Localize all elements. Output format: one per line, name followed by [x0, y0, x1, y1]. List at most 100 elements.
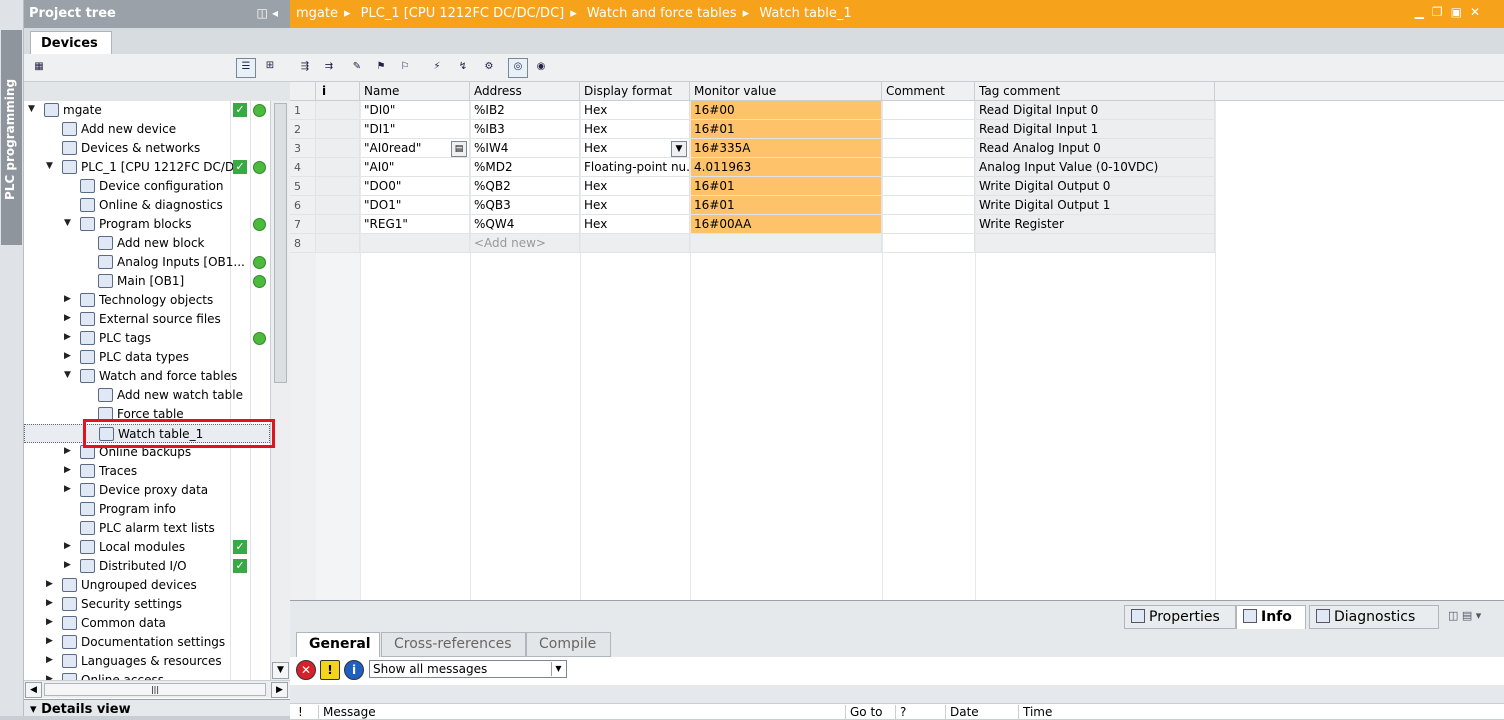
scroll-left-icon[interactable]: ◀: [25, 682, 42, 698]
tree-item[interactable]: Device configuration: [24, 177, 270, 196]
tree-item[interactable]: ▶ Documentation settings: [24, 633, 270, 652]
tree-item[interactable]: Online & diagnostics: [24, 196, 270, 215]
cell-empty[interactable]: [882, 196, 975, 215]
cell-empty[interactable]: [316, 196, 360, 215]
breadcrumb-2[interactable]: PLC_1 [CPU 1212FC DC/DC/DC]: [361, 6, 565, 21]
enable-peripheral-icon[interactable]: ⚐: [396, 59, 414, 77]
modify-now-icon[interactable]: ✎: [348, 59, 366, 77]
cell-empty[interactable]: [882, 177, 975, 196]
tree-item[interactable]: ▶ Device proxy data: [24, 481, 270, 500]
tree-item[interactable]: ▶ Local modules ✓: [24, 538, 270, 557]
cell-address[interactable]: %QW4: [470, 215, 580, 234]
tree-vertical-scrollbar[interactable]: ▼: [270, 101, 290, 680]
cell-empty[interactable]: [316, 120, 360, 139]
tree-item[interactable]: ▶ PLC tags: [24, 329, 270, 348]
minimize-icon[interactable]: ▁: [1415, 5, 1426, 19]
cell-monitor[interactable]: 16#01: [690, 177, 882, 196]
msg-col-date[interactable]: Date: [945, 705, 979, 720]
cell-address[interactable]: %MD2: [470, 158, 580, 177]
cell-name[interactable]: "REG1": [360, 215, 470, 234]
tree-item[interactable]: ▼ PLC_1 [CPU 1212FC DC/D... ✓: [24, 158, 270, 177]
window-controls[interactable]: ▁ ❐ ▣ ✕: [1415, 5, 1488, 19]
collapsed-arrow-icon[interactable]: ▶: [46, 617, 56, 627]
collapsed-arrow-icon[interactable]: ▶: [64, 313, 74, 323]
collapsed-arrow-icon[interactable]: ▶: [46, 636, 56, 646]
insert-row-icon[interactable]: ⇶: [296, 59, 314, 77]
message-filter-select[interactable]: Show all messages ▼: [369, 660, 567, 678]
cell-format[interactable]: Hex: [580, 101, 690, 120]
plc-programming-side-tab[interactable]: PLC programming: [0, 0, 24, 716]
cell-format[interactable]: Hex: [580, 196, 690, 215]
collapsed-arrow-icon[interactable]: ▶: [64, 351, 74, 361]
cell-empty[interactable]: [316, 215, 360, 234]
tree-scroll-thumb[interactable]: [274, 103, 287, 383]
expanded-arrow-icon[interactable]: ▼: [64, 370, 74, 380]
tree-item[interactable]: Analog Inputs [OB1...: [24, 253, 270, 272]
close-icon[interactable]: ✕: [1470, 5, 1482, 19]
cell-empty[interactable]: [316, 139, 360, 158]
msg-col-question[interactable]: ?: [895, 705, 906, 720]
cell-empty[interactable]: [882, 120, 975, 139]
modify-trigger-icon[interactable]: ⚑: [372, 59, 390, 77]
collapsed-arrow-icon[interactable]: ▶: [46, 655, 56, 665]
tree-item[interactable]: PLC alarm text lists: [24, 519, 270, 538]
modify-always-icon[interactable]: ↯: [454, 59, 472, 77]
tree-item[interactable]: Add new watch table: [24, 386, 270, 405]
collapsed-arrow-icon[interactable]: ▶: [46, 598, 56, 608]
breadcrumb-3[interactable]: Watch and force tables: [587, 6, 737, 21]
cell-format[interactable]: Hex: [580, 177, 690, 196]
list-view-icon[interactable]: ☰: [236, 58, 256, 78]
tree-item[interactable]: Add new device: [24, 120, 270, 139]
overview-icon[interactable]: ⊞: [260, 58, 280, 78]
cell-address[interactable]: %IW4: [470, 139, 580, 158]
errors-filter-icon[interactable]: ✕: [296, 660, 316, 680]
restore-icon[interactable]: ❐: [1432, 5, 1445, 19]
tree-item[interactable]: Main [OB1]: [24, 272, 270, 291]
msg-col-goto[interactable]: Go to: [845, 705, 883, 720]
expanded-arrow-icon[interactable]: ▼: [46, 161, 56, 171]
cell-format[interactable]: Hex: [580, 120, 690, 139]
cell-empty[interactable]: [882, 139, 975, 158]
subtab-compile[interactable]: Compile: [526, 632, 611, 657]
msg-col-time[interactable]: Time: [1018, 705, 1052, 720]
cell-empty[interactable]: [882, 234, 975, 253]
breadcrumb-1[interactable]: mgate: [296, 6, 338, 21]
collapsed-arrow-icon[interactable]: ▶: [46, 579, 56, 589]
tag-picker-icon[interactable]: ▤: [451, 141, 467, 157]
cell-empty[interactable]: [882, 215, 975, 234]
monitor-once-icon[interactable]: ◉: [532, 59, 550, 77]
cell-name[interactable]: "DI0": [360, 101, 470, 120]
cell-format[interactable]: Floating-point nu...: [580, 158, 690, 177]
tree-item[interactable]: ▶ PLC data types: [24, 348, 270, 367]
tree-item[interactable]: ▼ mgate ✓: [24, 101, 270, 120]
collapsed-arrow-icon[interactable]: ▶: [64, 332, 74, 342]
cell-monitor[interactable]: 16#335A: [690, 139, 882, 158]
cell-address[interactable]: %QB3: [470, 196, 580, 215]
expanded-arrow-icon[interactable]: ▼: [28, 104, 38, 114]
tree-item[interactable]: Program info: [24, 500, 270, 519]
cell-name[interactable]: "AI0": [360, 158, 470, 177]
tree-item[interactable]: ▶ Security settings: [24, 595, 270, 614]
tree-item[interactable]: ▶ Technology objects: [24, 291, 270, 310]
add-row-icon[interactable]: ⇉: [320, 59, 338, 77]
cell-name[interactable]: "DI1": [360, 120, 470, 139]
monitor-column-header[interactable]: Monitor value: [690, 82, 882, 101]
tree-item[interactable]: ▼ Program blocks: [24, 215, 270, 234]
tree-item[interactable]: ▶ Traces: [24, 462, 270, 481]
tagcomment-column-header[interactable]: Tag comment: [975, 82, 1215, 101]
force-icon[interactable]: ⚙: [480, 59, 498, 77]
cell-address[interactable]: %IB2: [470, 101, 580, 120]
info-filter-icon[interactable]: i: [344, 660, 364, 680]
tree-item[interactable]: ▼ Watch and force tables: [24, 367, 270, 386]
collapse-pane-icon[interactable]: ◫ ◂: [256, 6, 278, 20]
cell-monitor[interactable]: 16#01: [690, 196, 882, 215]
tab-info[interactable]: Info: [1236, 605, 1306, 629]
cell-empty[interactable]: [690, 234, 882, 253]
name-column-header[interactable]: Name: [360, 82, 470, 101]
cell-empty[interactable]: [882, 158, 975, 177]
modify-once-icon[interactable]: ⚡: [428, 59, 446, 77]
cell-name[interactable]: "DO0": [360, 177, 470, 196]
tree-item[interactable]: ▶ External source files: [24, 310, 270, 329]
collapsed-arrow-icon[interactable]: ▶: [64, 560, 74, 570]
inspector-window-controls-icon[interactable]: ◫ ▤ ▾: [1448, 609, 1481, 622]
